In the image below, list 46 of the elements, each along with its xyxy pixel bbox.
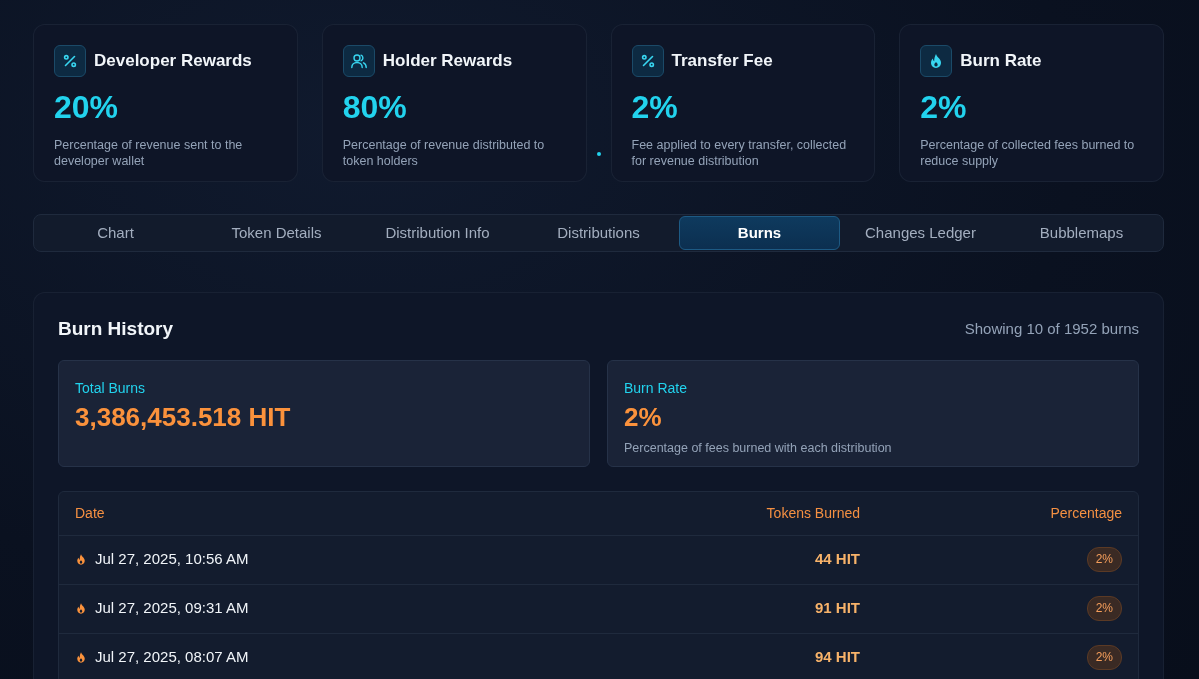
tab[interactable]: Distribution Info bbox=[357, 216, 518, 250]
card-title: Developer Rewards bbox=[94, 50, 252, 73]
percent-icon bbox=[54, 45, 86, 77]
column-header: Tokens Burned bbox=[766, 503, 860, 523]
tokens-burned-cell-text: 91 HIT bbox=[815, 598, 860, 619]
tab[interactable]: Token Details bbox=[196, 216, 357, 250]
flame-icon bbox=[75, 553, 87, 566]
percentage-badge: 2% bbox=[1086, 645, 1122, 670]
card-title: Burn Rate bbox=[960, 50, 1042, 73]
burn-rate-description: Percentage of fees burned with each distribution bbox=[624, 439, 893, 457]
card-title: Holder Rewards bbox=[382, 50, 513, 73]
card-description: Percentage of collected fees burned to reduce supply bbox=[920, 137, 1136, 169]
flame-icon bbox=[75, 602, 87, 615]
tab[interactable]: Bubblemaps bbox=[1001, 216, 1162, 250]
card-description: Fee applied to every transfer, collected for revenue distribution bbox=[631, 137, 848, 169]
card-value: 20% bbox=[54, 91, 120, 123]
flame-icon bbox=[75, 651, 87, 664]
date-cell-text: Jul 27, 2025, 10:56 AM bbox=[95, 549, 249, 570]
card-description: Percentage of revenue distributed to token holders bbox=[342, 137, 546, 169]
percent-icon bbox=[631, 45, 664, 77]
column-header: Date bbox=[75, 503, 106, 523]
total-burns-value: 3,386,453.518 HIT bbox=[75, 401, 292, 433]
burn-count-text: Showing 10 of 1952 burns bbox=[964, 319, 1139, 339]
date-cell-text: Jul 27, 2025, 09:31 AM bbox=[95, 598, 249, 619]
card-value: 2% bbox=[631, 91, 679, 123]
dot-icon bbox=[596, 152, 601, 156]
tokens-burned-cell-text: 94 HIT bbox=[815, 647, 860, 668]
flame-icon bbox=[920, 45, 953, 77]
percentage-badge: 2% bbox=[1086, 547, 1122, 572]
panel-title: Burn History bbox=[58, 317, 174, 341]
tab[interactable]: Distributions bbox=[518, 216, 679, 250]
card-value: 2% bbox=[920, 91, 968, 123]
column-header: Percentage bbox=[1050, 503, 1122, 523]
users-icon bbox=[342, 45, 375, 77]
tokens-burned-cell-text: 44 HIT bbox=[815, 549, 860, 570]
burn-rate-label: Burn Rate bbox=[624, 378, 689, 398]
card-description: Percentage of revenue sent to the developer wallet bbox=[54, 137, 244, 169]
tab[interactable]: Changes Ledger bbox=[840, 216, 1001, 250]
card-value: 80% bbox=[342, 91, 408, 123]
percentage-badge: 2% bbox=[1086, 596, 1122, 621]
burn-rate-value: 2% bbox=[624, 401, 663, 433]
total-burns-label: Total Burns bbox=[75, 378, 147, 398]
tab[interactable]: Burns bbox=[679, 216, 840, 250]
date-cell-text: Jul 27, 2025, 08:07 AM bbox=[95, 647, 249, 668]
tab[interactable]: Chart bbox=[35, 216, 196, 250]
card-title: Transfer Fee bbox=[671, 50, 773, 73]
